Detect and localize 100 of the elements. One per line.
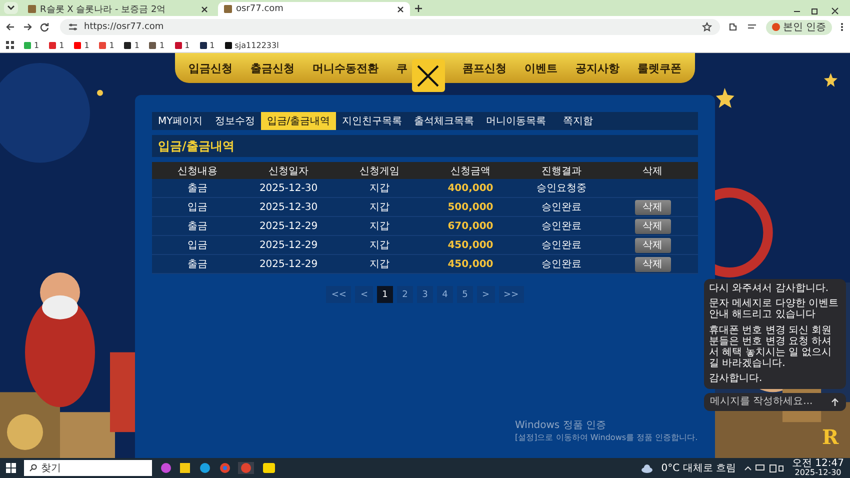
address-bar[interactable]: https://osr77.com [60, 19, 720, 35]
nav-link[interactable]: 입금신청 [188, 60, 232, 76]
bookmark[interactable]: sja112233l [224, 40, 279, 50]
menu-icon[interactable] [840, 22, 844, 32]
delete-button[interactable]: 삭제 [634, 256, 670, 272]
page-button[interactable]: < [355, 286, 373, 303]
page-button[interactable]: >> [498, 286, 524, 303]
new-tab-icon[interactable] [414, 4, 423, 13]
page-button[interactable]: 3 [417, 286, 433, 303]
table-cell-text: 승인완료 [540, 201, 582, 214]
table-cell-text: 입금 [186, 239, 208, 252]
table-cell-text: 출금 [186, 258, 208, 271]
tab[interactable]: MY페이지 [152, 112, 209, 130]
activation-text: [설정]으로 이동하여 Windows를 정품 인증합니다. [515, 432, 698, 443]
table-cell-text: 2025-12-29 [258, 258, 319, 270]
table-cell-text: 승인완료 [540, 258, 582, 271]
nav-link[interactable]: 쿠 [396, 60, 408, 76]
browser-tab[interactable]: R슬롯 X 슬롯나라 - 보증금 2억 [22, 2, 214, 16]
close-button[interactable] [412, 59, 444, 92]
tab[interactable]: 출석체크목록 [408, 112, 480, 130]
system-tray-icons-drawing[interactable] [744, 464, 784, 472]
table-cell-text: 지갑 [368, 258, 390, 271]
nav-link[interactable]: 이벤트 [524, 60, 558, 76]
tab[interactable]: 지인친구목록 [336, 112, 408, 130]
table-cell-text: 지갑 [368, 182, 390, 195]
weather-text[interactable]: 0°C 대체로 흐림 [661, 461, 736, 475]
search-input[interactable]: 찾기 [24, 460, 152, 476]
bookmark[interactable]: 1 [124, 40, 140, 50]
apps-icon[interactable] [6, 41, 14, 49]
page-button[interactable]: 1 [377, 286, 393, 303]
column-header: 신청금액 [450, 164, 492, 178]
page-button[interactable]: 5 [457, 286, 473, 303]
extension-icons-drawing[interactable] [728, 22, 758, 32]
page-button[interactable]: << [326, 286, 352, 303]
close-icon[interactable] [397, 6, 404, 12]
table-cell-text: 450,000 [446, 258, 494, 270]
bookmark[interactable]: 1 [149, 40, 165, 50]
bookmark[interactable]: 1 [174, 40, 190, 50]
tab[interactable]: 입금/출금내역 [260, 112, 336, 130]
clock-time[interactable]: 오전 12:47 [792, 459, 844, 469]
table-cell-text: 승인요청중 [536, 182, 588, 195]
page-button[interactable]: > [477, 286, 495, 303]
send-icon[interactable] [831, 398, 839, 406]
windows-start-icon[interactable] [6, 463, 16, 473]
nav-link[interactable]: 출금신청 [250, 60, 294, 76]
bookmark[interactable]: 1 [24, 40, 40, 50]
floating-logo[interactable]: R [822, 425, 839, 449]
close-icon[interactable] [201, 6, 208, 12]
delete-button[interactable]: 삭제 [634, 200, 670, 214]
page-button[interactable]: 4 [437, 286, 453, 303]
table-cell-text: 승인완료 [540, 220, 582, 233]
activation-title: Windows 정품 인증 [515, 419, 607, 432]
tab[interactable]: 쪽지함 [552, 112, 604, 130]
column-header: 삭제 [642, 164, 664, 178]
site-icon [28, 5, 36, 13]
site-icon [224, 5, 232, 13]
profile-button[interactable]: 본인 인증 [766, 20, 832, 34]
column-header: 진행결과 [540, 164, 582, 178]
star-icon[interactable] [702, 22, 712, 32]
tab[interactable]: 머니이동목록 [480, 112, 552, 130]
page-button[interactable]: 2 [397, 286, 413, 303]
site-settings-icon[interactable] [68, 23, 78, 31]
nav-link[interactable]: 콤프신청 [462, 60, 506, 76]
table-cell-text: 2025-12-29 [258, 220, 319, 232]
table-cell-text: 450,000 [446, 240, 494, 250]
table-cell-text: 지갑 [368, 220, 390, 233]
table-cell-text: 지갑 [368, 201, 390, 214]
delete-button[interactable]: 삭제 [634, 238, 670, 252]
bookmark[interactable]: 1 [99, 40, 114, 50]
table-cell-text: 2025-12-30 [258, 202, 319, 212]
chevron-icon [7, 5, 15, 11]
table-cell-text: 출금 [186, 182, 208, 195]
bookmark[interactable]: 1 [49, 40, 64, 50]
bookmark[interactable]: 1 [200, 40, 215, 50]
table-cell-text: 지갑 [368, 239, 390, 252]
clock-date[interactable]: 2025-12-30 [794, 469, 842, 477]
message-text: 감사합니다. [709, 373, 764, 384]
table-cell-text: 670,000 [446, 220, 494, 232]
nav-link[interactable]: 공지사항 [576, 60, 620, 76]
table-cell-text: 2025-12-29 [258, 240, 319, 250]
table-cell-text: 승인완료 [540, 239, 582, 252]
section-title: 입금/출금내역 [158, 138, 234, 154]
nav-link[interactable]: 머니수동전환 [312, 60, 378, 76]
nav-link[interactable]: 룰렛쿠폰 [638, 60, 682, 76]
message-text: 휴대폰 번호 변경 되신 회원 분들은 번호 변경 요청 하셔서 혜택 놓치시는 일 없으시길 바라겠습니다. [709, 324, 833, 370]
bookmark[interactable]: 1 [74, 40, 90, 50]
message-input[interactable]: 메시지를 작성하세요... [704, 392, 846, 410]
table-cell-text: 출금 [186, 220, 208, 233]
table-cell-text: 400,000 [446, 182, 494, 194]
tab[interactable]: 정보수정 [208, 112, 261, 130]
tab-search-button[interactable] [4, 2, 18, 14]
close-icon [416, 64, 440, 88]
table-cell-text: 입금 [186, 201, 208, 214]
browser-tab[interactable]: osr77.com [218, 2, 410, 16]
message-text: 다시 와주셔서 감사합니다. [709, 283, 830, 294]
message-text: 문자 메세지로 다양한 이벤트 안내 해드리고 있습니다 [709, 298, 840, 321]
column-header: 신청일자 [268, 164, 310, 178]
column-header: 신청내용 [176, 164, 218, 178]
delete-button[interactable]: 삭제 [634, 218, 670, 234]
table-cell-text: 2025-12-30 [258, 182, 319, 194]
